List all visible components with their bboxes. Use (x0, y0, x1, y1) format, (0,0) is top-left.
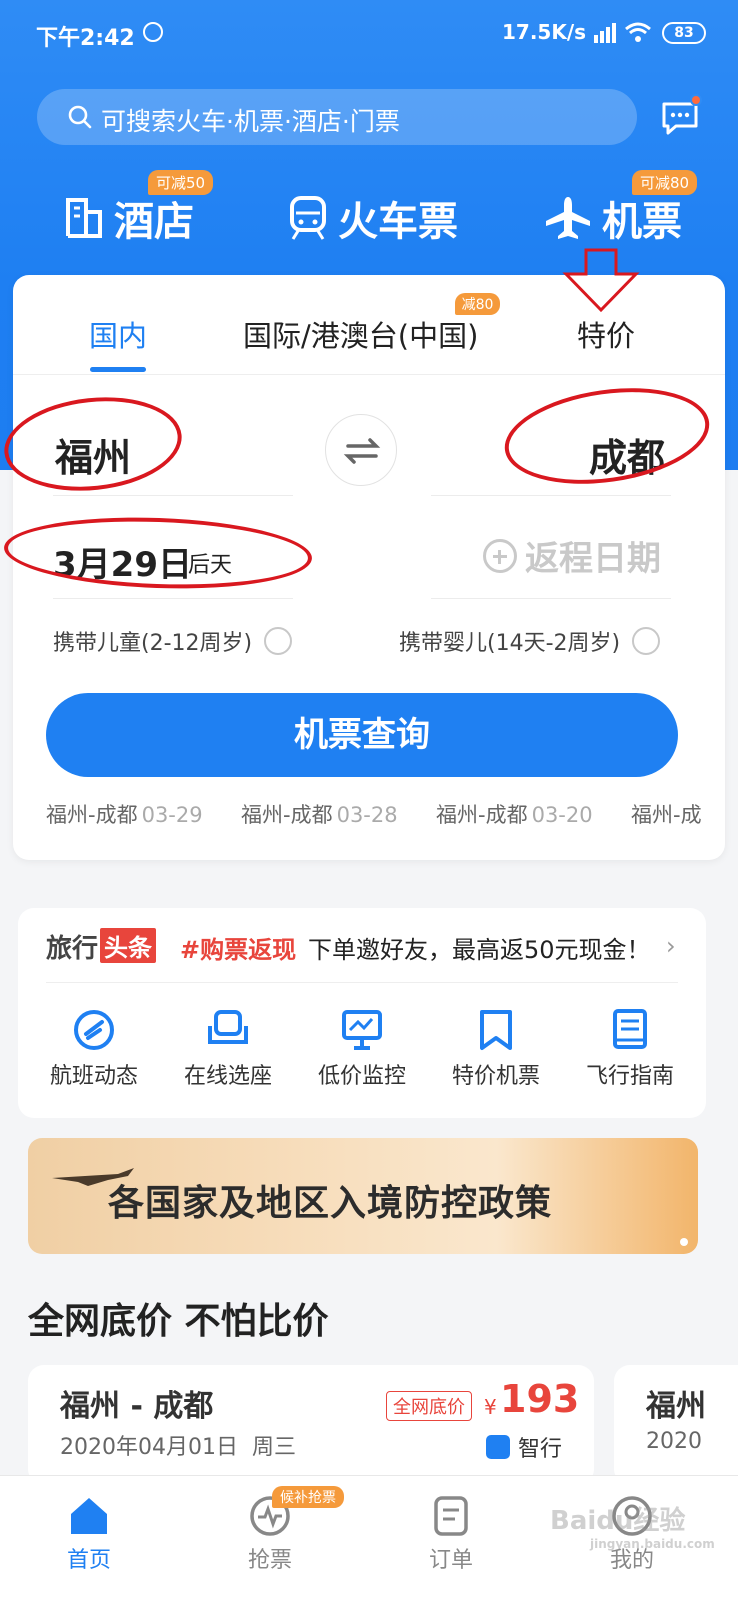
news-brand-tag: 头条 (100, 928, 156, 963)
return-date-button[interactable]: 返程日期 (483, 531, 661, 580)
discount-badge: 可减50 (148, 170, 214, 195)
deal-date: 2020年04月01日 周三 (60, 1435, 296, 1460)
flight-search-button[interactable]: 机票查询 (46, 693, 678, 777)
nav-home[interactable]: 首页 (29, 1494, 149, 1574)
return-date-label: 返程日期 (525, 539, 661, 579)
history-item[interactable]: 福州-成都 03-20 (436, 799, 593, 829)
category-label: 机票 (602, 199, 682, 245)
discount-badge: 可减80 (632, 170, 698, 195)
history-item[interactable]: 福州-成都 03-29 (46, 799, 203, 829)
depart-day-hint: 后天 (188, 553, 233, 578)
flight-status-icon (74, 1010, 114, 1050)
banner-title: 各国家及地区入境防控政策 (108, 1183, 553, 1224)
nav-grab-ticket[interactable]: 抢票 候补抢票 (210, 1486, 344, 1574)
section-title: 全网底价 不怕比价 (28, 1301, 329, 1342)
from-city[interactable]: 福州 (55, 427, 131, 482)
category-hotel[interactable]: 酒店 可减50 (64, 170, 214, 248)
nav-orders[interactable]: 订单 (391, 1494, 511, 1574)
to-city[interactable]: 成都 (589, 427, 665, 482)
deal-provider: 智行 (486, 1431, 562, 1463)
plus-icon (483, 538, 517, 573)
news-hashtag[interactable]: #购票返现 (180, 930, 296, 965)
notification-icon (143, 22, 163, 42)
depart-date[interactable]: 3月29日 (53, 537, 192, 586)
infant-radio[interactable] (632, 627, 661, 655)
quick-link-special-tickets[interactable]: 特价机票 (436, 1008, 556, 1090)
chevron-right-icon[interactable]: › (666, 932, 676, 960)
deal-card[interactable]: 福州 - 成都 2020年04月01日 周三 全网底价 ¥ 193 智行 (28, 1365, 594, 1485)
category-flight[interactable]: 机票 可减80 (544, 170, 698, 248)
swap-cities-button[interactable] (325, 414, 397, 486)
message-button[interactable] (660, 94, 702, 138)
tab-discount-badge: 减80 (454, 293, 501, 315)
divider (46, 982, 678, 983)
search-placeholder: 可搜索火车·机票·酒店·门票 (101, 107, 400, 136)
quick-link-price-monitor[interactable]: 低价监控 (302, 1008, 422, 1090)
plane-icon (546, 197, 590, 239)
news-brand: 旅行 (46, 934, 99, 964)
child-radio[interactable] (264, 627, 293, 655)
category-train[interactable]: 火车票 (288, 188, 458, 248)
history-item[interactable]: 福州-成 (631, 799, 702, 829)
tab-international[interactable]: 国际/港澳台(中国) 减80 (243, 293, 501, 355)
wifi-icon (625, 22, 651, 42)
deal-route: 福州 - 成都 (60, 1389, 214, 1424)
divider (431, 495, 671, 496)
network-speed: 17.5K/s (502, 20, 587, 44)
swap-icon (343, 438, 381, 464)
tab-label: 国际/港澳台(中国) (243, 319, 479, 353)
deal-route: 福州 (646, 1389, 706, 1424)
battery-icon: 83 (662, 22, 706, 44)
currency-symbol: ¥ (484, 1395, 497, 1419)
infant-option-label: 携带婴儿(14天-2周岁) (399, 631, 621, 656)
divider (53, 495, 293, 496)
child-option-label: 携带儿童(2-12周岁) (53, 631, 253, 656)
deal-card[interactable]: 福州 2020 (614, 1365, 738, 1485)
category-label: 酒店 (114, 199, 194, 245)
search-icon (68, 105, 92, 129)
divider (431, 598, 671, 599)
provider-logo-icon (486, 1435, 510, 1459)
signal-icon (594, 23, 616, 43)
train-icon (290, 196, 326, 240)
child-option[interactable]: 携带儿童(2-12周岁) (53, 625, 293, 657)
quick-link-flight-status[interactable]: 航班动态 (34, 1008, 154, 1090)
hotel-icon (66, 198, 102, 238)
history-item[interactable]: 福州-成都 03-28 (241, 799, 398, 829)
banner-indicator (680, 1238, 688, 1246)
policy-banner[interactable]: 各国家及地区入境防控政策 (28, 1138, 698, 1254)
category-label: 火车票 (338, 199, 458, 245)
active-tab-indicator (90, 367, 146, 372)
lowest-price-badge: 全网底价 (386, 1391, 472, 1421)
search-bar[interactable]: 可搜索火车·机票·酒店·门票 (37, 89, 637, 145)
status-bar: 下午2:42 17.5K/s 83 (0, 0, 738, 66)
order-icon (434, 1496, 468, 1536)
bookmark-icon (480, 1010, 512, 1050)
watermark: Baidu经验 jingyan.baidu.com (550, 1506, 715, 1551)
deal-price: 193 (500, 1377, 580, 1421)
guide-icon (613, 1009, 647, 1049)
news-headline[interactable]: 下单邀好友，最高返50元现金！ (308, 930, 651, 965)
annotation-arrow-icon (562, 248, 640, 313)
tab-special-price[interactable]: 特价 (577, 313, 635, 355)
message-badge-dot (690, 94, 702, 106)
deal-date: 2020 (646, 1429, 702, 1454)
quick-link-seat[interactable]: 在线选座 (168, 1008, 288, 1090)
flight-search-card: 国内 国际/港澳台(中国) 减80 特价 福州 成都 3月29日 后天 返程日期… (13, 275, 725, 860)
travel-news-card: 旅行 头条 #购票返现 下单邀好友，最高返50元现金！ › 航班动态 在线选座 … (18, 908, 706, 1118)
tab-domestic[interactable]: 国内 (89, 313, 147, 355)
seat-icon (208, 1010, 248, 1044)
divider (53, 598, 293, 599)
home-icon (71, 1498, 107, 1534)
quick-link-guide[interactable]: 飞行指南 (570, 1008, 690, 1090)
waitlist-badge: 候补抢票 (272, 1486, 344, 1508)
monitor-icon (342, 1010, 382, 1050)
infant-option[interactable]: 携带婴儿(14天-2周岁) (399, 625, 661, 657)
status-time: 下午2:42 (36, 26, 135, 51)
